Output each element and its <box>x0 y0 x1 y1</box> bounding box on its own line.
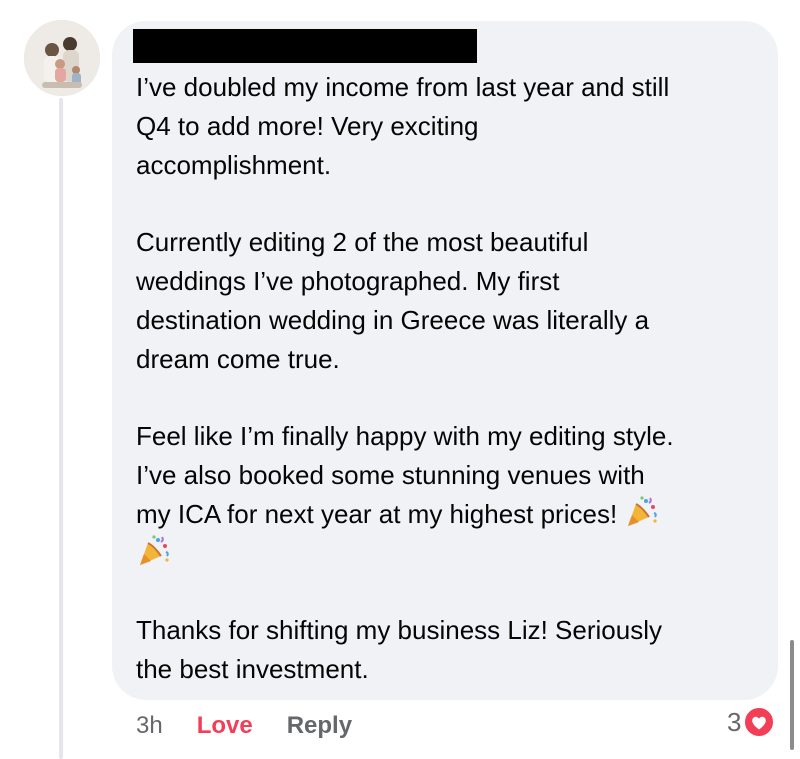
reply-button[interactable]: Reply <box>287 712 352 740</box>
love-reaction-button[interactable]: Love <box>197 712 253 740</box>
comment-actions: 3h Love Reply <box>136 708 352 744</box>
comment-paragraph: Currently editing 2 of the most beautifu… <box>136 227 650 374</box>
comment-thread: I’ve doubled my income from last year an… <box>0 0 800 759</box>
avatar[interactable] <box>24 20 100 96</box>
party-popper-icon <box>628 496 658 526</box>
comment-paragraph: Thanks for shifting my business Liz! Ser… <box>136 615 662 684</box>
comment-paragraph: I’ve doubled my income from last year an… <box>136 72 670 180</box>
party-popper-icon <box>140 534 169 565</box>
reaction-count: 3 <box>727 706 742 737</box>
comment-body: I’ve doubled my income from last year an… <box>136 68 766 689</box>
redacted-author-name <box>133 29 477 63</box>
heart-icon <box>743 706 776 738</box>
thread-line <box>59 98 63 759</box>
reaction-summary[interactable]: 3 <box>727 706 776 738</box>
scrollbar[interactable] <box>790 640 794 750</box>
timestamp[interactable]: 3h <box>136 712 163 740</box>
comment-paragraph: Feel like I’m finally happy with my edit… <box>136 421 674 529</box>
